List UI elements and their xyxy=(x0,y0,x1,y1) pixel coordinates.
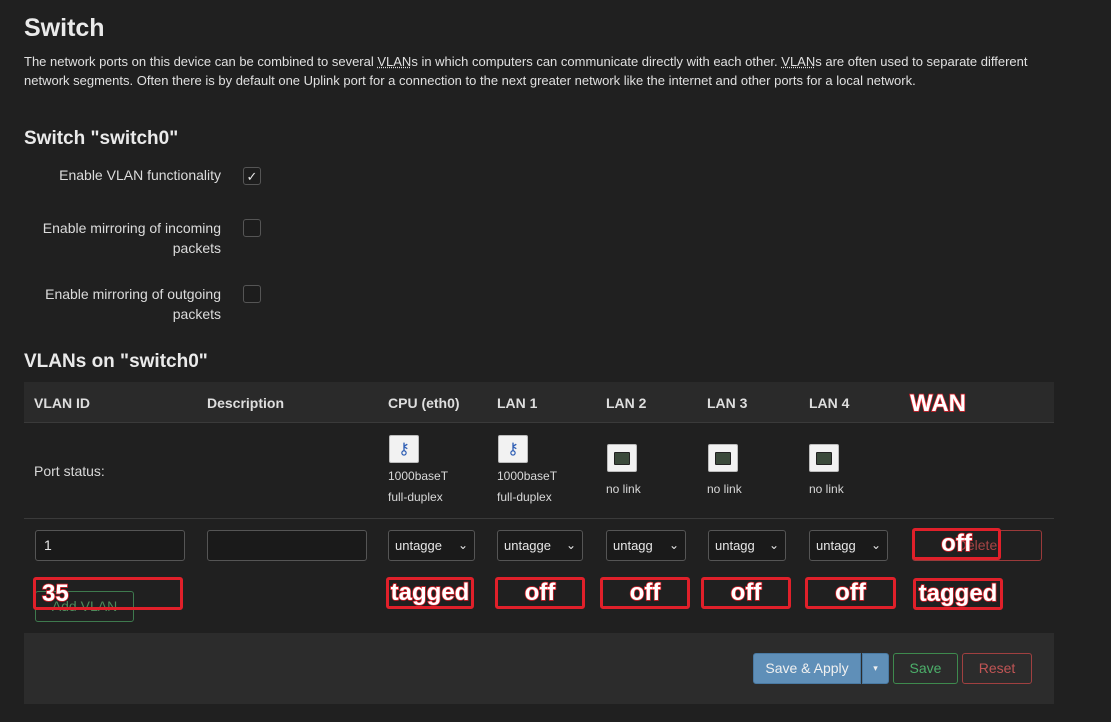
annotation-row2-lan1: off xyxy=(495,577,585,609)
check-icon: ✓ xyxy=(246,168,258,184)
annotation-row2-cpu: tagged xyxy=(386,577,474,609)
port-status-row: Port status: ⚷ 1000baseT full-duplex ⚷ 1… xyxy=(24,423,1054,519)
vlan-functionality-checkbox[interactable]: ✓ xyxy=(243,167,261,185)
vlans-heading: VLANs on "switch0" xyxy=(24,351,208,372)
annotation-wan-header: WAN xyxy=(909,389,967,418)
annotation-row2-lan4: off xyxy=(805,577,896,609)
lan2-port-select[interactable]: untagg ⌄ xyxy=(606,530,686,561)
annotation-row2-lan2: off xyxy=(600,577,690,609)
cpu-port-select[interactable]: untagge ⌄ xyxy=(388,530,475,561)
lan4-port-select[interactable]: untagg ⌄ xyxy=(809,530,888,561)
header-cpu: CPU (eth0) xyxy=(388,395,460,411)
chevron-down-icon: ⌄ xyxy=(457,538,468,552)
mirror-incoming-checkbox[interactable] xyxy=(243,219,261,237)
lan4-port-status: no link xyxy=(809,482,844,496)
annotation-row2-vlan-id: 35 xyxy=(33,577,183,610)
chevron-down-icon: ⌄ xyxy=(768,538,779,552)
port-status-label: Port status: xyxy=(34,463,105,479)
ethernet-connected-icon: ⚷ xyxy=(389,435,419,463)
annotation-row2-lan3: off xyxy=(701,577,791,609)
caret-down-icon: ▾ xyxy=(873,663,878,673)
annotation-row2-wan: tagged xyxy=(913,578,1003,610)
reset-button[interactable]: Reset xyxy=(962,653,1032,684)
vlan-row: 1 untagge ⌄ untagge ⌄ untagg ⌄ untagg ⌄ unta… xyxy=(24,519,1054,571)
lan2-port-status: no link xyxy=(606,482,641,496)
lan1-port-duplex: full-duplex xyxy=(497,490,552,504)
chevron-down-icon: ⌄ xyxy=(870,538,881,552)
lan3-port-select[interactable]: untagg ⌄ xyxy=(708,530,786,561)
vlan-id-input[interactable]: 1 xyxy=(35,530,185,561)
save-button[interactable]: Save xyxy=(893,653,958,684)
header-lan1: LAN 1 xyxy=(497,395,538,411)
cpu-port-duplex: full-duplex xyxy=(388,490,443,504)
header-lan3: LAN 3 xyxy=(707,395,748,411)
header-lan2: LAN 2 xyxy=(606,395,647,411)
save-apply-button[interactable]: Save & Apply xyxy=(753,653,861,684)
mirror-outgoing-label: Enable mirroring of outgoing packets xyxy=(45,286,221,322)
lan1-port-select[interactable]: untagge ⌄ xyxy=(497,530,583,561)
chevron-down-icon: ⌄ xyxy=(668,538,679,552)
lan1-port-speed: 1000baseT xyxy=(497,469,558,483)
vlan-table-header: VLAN ID Description CPU (eth0) LAN 1 LAN… xyxy=(24,382,1054,423)
save-apply-dropdown-button[interactable]: ▾ xyxy=(862,653,889,684)
mirror-outgoing-checkbox[interactable] xyxy=(243,285,261,303)
vlan-description-input[interactable] xyxy=(207,530,367,561)
vlan-functionality-label: Enable VLAN functionality xyxy=(59,167,221,183)
header-lan4: LAN 4 xyxy=(809,395,850,411)
form-footer: Save & Apply ▾ Save Reset xyxy=(24,633,1054,704)
header-description: Description xyxy=(207,395,285,411)
cpu-port-speed: 1000baseT xyxy=(388,469,449,483)
chevron-down-icon: ⌄ xyxy=(565,538,576,552)
lan3-port-status: no link xyxy=(707,482,742,496)
mirror-incoming-label: Enable mirroring of incoming packets xyxy=(42,220,221,256)
page-description: The network ports on this device can be … xyxy=(24,54,1028,88)
ethernet-port-icon xyxy=(708,444,738,472)
ethernet-port-icon xyxy=(607,444,637,472)
ethernet-port-icon xyxy=(809,444,839,472)
header-vlan-id: VLAN ID xyxy=(34,395,90,411)
switch-heading: Switch "switch0" xyxy=(24,128,179,149)
ethernet-connected-icon: ⚷ xyxy=(498,435,528,463)
page-title: Switch xyxy=(24,14,105,42)
annotation-row1-wan: off xyxy=(912,528,1001,560)
vlan-table: VLAN ID Description CPU (eth0) LAN 1 LAN… xyxy=(24,382,1054,704)
